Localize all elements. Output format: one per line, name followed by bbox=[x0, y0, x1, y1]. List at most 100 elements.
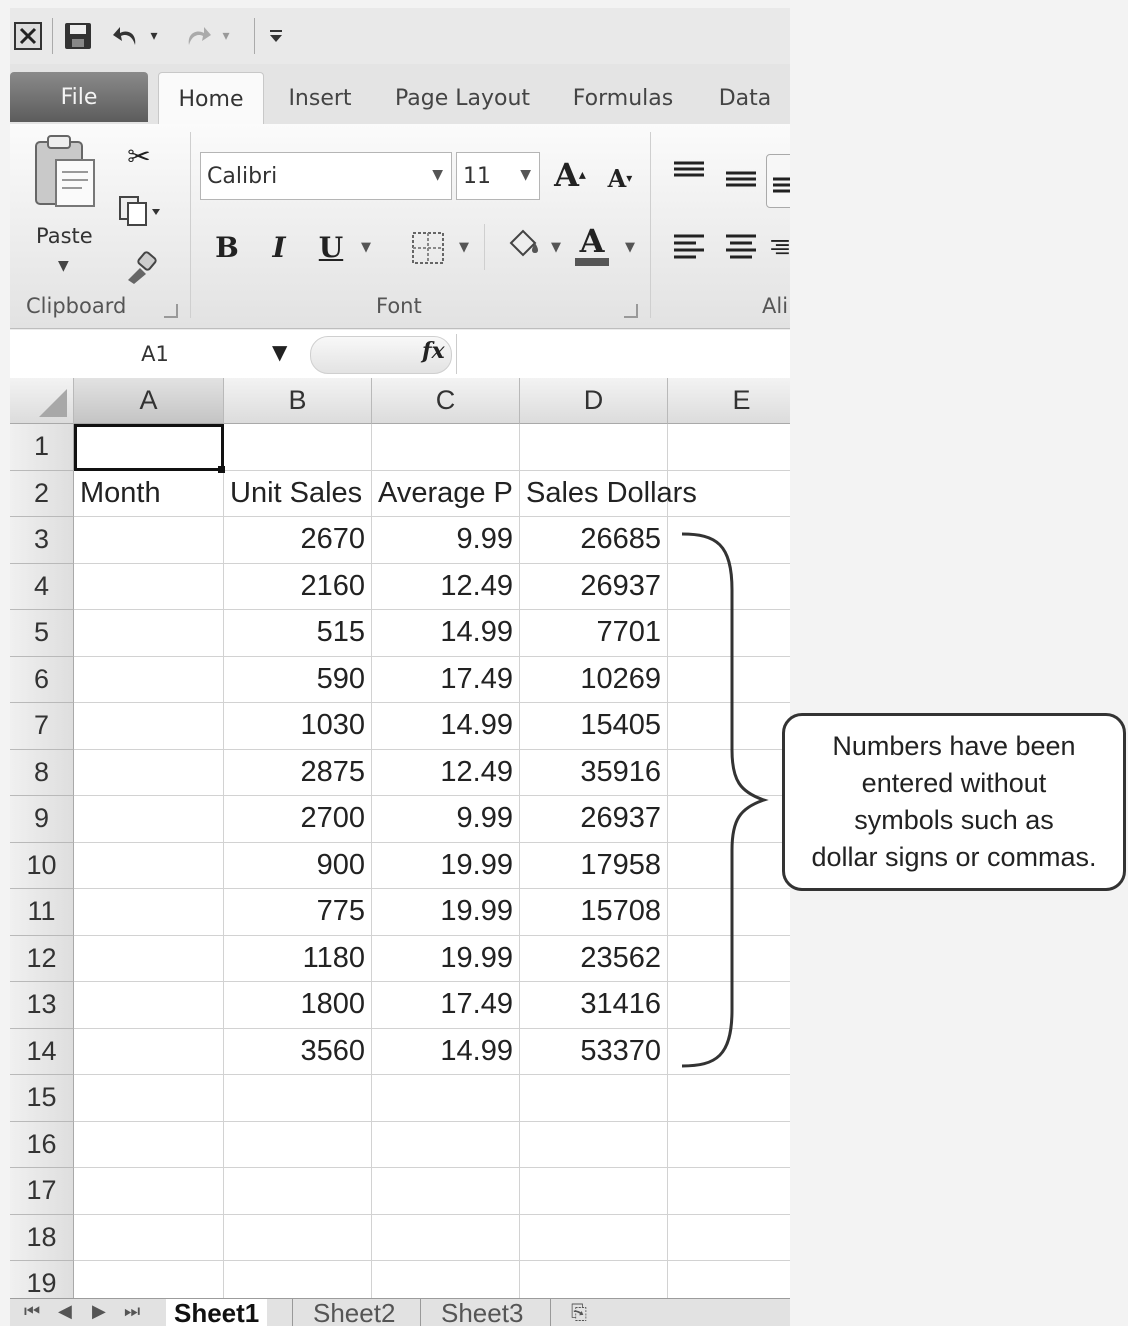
tab-file[interactable]: File bbox=[10, 72, 148, 122]
sheet-tab-sheet2[interactable]: Sheet2 bbox=[292, 1298, 395, 1326]
tab-data[interactable]: Data bbox=[710, 72, 780, 124]
cell-c10[interactable]: 19.99 bbox=[372, 842, 520, 889]
last-sheet-icon[interactable]: ⏭ bbox=[124, 1301, 140, 1322]
row-header[interactable]: 15 bbox=[10, 1075, 74, 1122]
cell-e16[interactable] bbox=[668, 1122, 790, 1168]
grow-font-icon[interactable]: A ▴ bbox=[550, 154, 590, 196]
font-launcher-icon[interactable] bbox=[624, 304, 638, 318]
row-header[interactable]: 12 bbox=[10, 935, 74, 982]
chevron-down-icon[interactable]: ▼ bbox=[454, 232, 474, 262]
tab-insert[interactable]: Insert bbox=[280, 72, 360, 124]
cell-d8[interactable]: 35916 bbox=[520, 749, 668, 796]
cell-d14[interactable]: 53370 bbox=[520, 1028, 668, 1075]
cell-b2[interactable]: Unit Sales bbox=[224, 470, 372, 517]
sheet-tab-sheet3[interactable]: Sheet3 bbox=[420, 1298, 523, 1326]
cell-a11[interactable] bbox=[74, 889, 224, 936]
tab-formulas[interactable]: Formulas bbox=[568, 72, 678, 124]
active-cell-a1[interactable] bbox=[74, 424, 224, 471]
cell-c1[interactable] bbox=[372, 424, 520, 471]
row-header[interactable]: 17 bbox=[10, 1168, 74, 1215]
cell-a18[interactable] bbox=[74, 1214, 224, 1261]
cell-d9[interactable]: 26937 bbox=[520, 796, 668, 843]
cell-d3[interactable]: 26685 bbox=[520, 517, 668, 564]
cell-d15[interactable] bbox=[520, 1075, 668, 1122]
row-header[interactable]: 7 bbox=[10, 703, 74, 750]
row-header[interactable]: 5 bbox=[10, 610, 74, 657]
row-header[interactable]: 2 bbox=[10, 470, 74, 517]
customize-icon[interactable] bbox=[260, 20, 292, 52]
cell-c6[interactable]: 17.49 bbox=[372, 656, 520, 703]
row-header[interactable]: 11 bbox=[10, 889, 74, 936]
cell-c3[interactable]: 9.99 bbox=[372, 517, 520, 564]
cell-c13[interactable]: 17.49 bbox=[372, 982, 520, 1029]
cell-b18[interactable] bbox=[224, 1214, 372, 1261]
cell-b14[interactable]: 3560 bbox=[224, 1028, 372, 1075]
cell-c12[interactable]: 19.99 bbox=[372, 935, 520, 982]
cell-a13[interactable] bbox=[74, 982, 224, 1029]
chevron-down-icon[interactable]: ▼ bbox=[546, 232, 566, 262]
cell-b10[interactable]: 900 bbox=[224, 842, 372, 889]
row-header[interactable]: 3 bbox=[10, 517, 74, 564]
cell-a12[interactable] bbox=[74, 935, 224, 982]
row-header[interactable]: 4 bbox=[10, 563, 74, 610]
fill-handle[interactable] bbox=[218, 466, 225, 473]
cell-a19[interactable] bbox=[74, 1261, 224, 1298]
save-icon[interactable] bbox=[62, 20, 94, 52]
cell-c15[interactable] bbox=[372, 1075, 520, 1122]
column-header-b[interactable]: B bbox=[224, 378, 372, 424]
cell-b3[interactable]: 2670 bbox=[224, 517, 372, 564]
cell-c14[interactable]: 14.99 bbox=[372, 1028, 520, 1075]
cell-d17[interactable] bbox=[520, 1168, 668, 1215]
italic-button[interactable]: I bbox=[262, 226, 296, 268]
cell-a14[interactable] bbox=[74, 1028, 224, 1075]
cell-a5[interactable] bbox=[74, 610, 224, 657]
cell-b15[interactable] bbox=[224, 1075, 372, 1122]
cell-b8[interactable]: 2875 bbox=[224, 749, 372, 796]
copy-icon[interactable] bbox=[116, 190, 162, 232]
cell-d12[interactable]: 23562 bbox=[520, 935, 668, 982]
cell-a9[interactable] bbox=[74, 796, 224, 843]
paste-icon[interactable] bbox=[30, 132, 100, 212]
chevron-down-icon[interactable]: ▼ bbox=[272, 340, 287, 364]
cell-a8[interactable] bbox=[74, 749, 224, 796]
prev-sheet-icon[interactable]: ◀ bbox=[58, 1301, 72, 1322]
chevron-down-icon[interactable]: ▼ bbox=[356, 232, 376, 262]
row-header[interactable]: 1 bbox=[10, 424, 74, 471]
column-header-d[interactable]: D bbox=[520, 378, 668, 424]
cell-d1[interactable] bbox=[520, 424, 668, 471]
cell-b9[interactable]: 2700 bbox=[224, 796, 372, 843]
row-header[interactable]: 6 bbox=[10, 656, 74, 703]
excel-icon[interactable] bbox=[12, 20, 44, 52]
cell-a6[interactable] bbox=[74, 656, 224, 703]
cell-e1[interactable] bbox=[668, 424, 790, 471]
align-right-icon[interactable] bbox=[770, 230, 790, 266]
borders-icon[interactable] bbox=[408, 228, 448, 268]
cell-a4[interactable] bbox=[74, 563, 224, 610]
cut-icon[interactable]: ✂ bbox=[122, 134, 156, 178]
cell-c17[interactable] bbox=[372, 1168, 520, 1215]
format-painter-icon[interactable] bbox=[120, 248, 160, 288]
font-color-icon[interactable]: A bbox=[572, 220, 612, 270]
cell-d19[interactable] bbox=[520, 1261, 668, 1298]
column-header-e[interactable]: E bbox=[668, 378, 790, 424]
cell-d2[interactable]: Sales Dollars bbox=[520, 470, 697, 517]
align-left-icon[interactable] bbox=[670, 230, 708, 266]
chevron-down-icon[interactable]: ▼ bbox=[432, 167, 443, 183]
cell-b12[interactable]: 1180 bbox=[224, 935, 372, 982]
cell-b5[interactable]: 515 bbox=[224, 610, 372, 657]
row-header[interactable]: 16 bbox=[10, 1121, 74, 1168]
bold-button[interactable]: B bbox=[210, 226, 244, 268]
cell-c2[interactable]: Average P bbox=[372, 470, 520, 517]
name-box[interactable]: A1 bbox=[10, 334, 300, 374]
row-header[interactable]: 18 bbox=[10, 1214, 74, 1261]
paste-label[interactable]: Paste bbox=[36, 224, 93, 248]
underline-button[interactable]: U bbox=[314, 226, 348, 268]
row-header[interactable]: 8 bbox=[10, 749, 74, 796]
first-sheet-icon[interactable]: ⏮ bbox=[24, 1301, 40, 1322]
align-bottom-button[interactable] bbox=[766, 154, 790, 208]
cell-c16[interactable] bbox=[372, 1121, 520, 1168]
cell-c11[interactable]: 19.99 bbox=[372, 889, 520, 936]
tab-home[interactable]: Home bbox=[158, 72, 264, 126]
cell-b17[interactable] bbox=[224, 1168, 372, 1215]
cell-d18[interactable] bbox=[520, 1214, 668, 1261]
